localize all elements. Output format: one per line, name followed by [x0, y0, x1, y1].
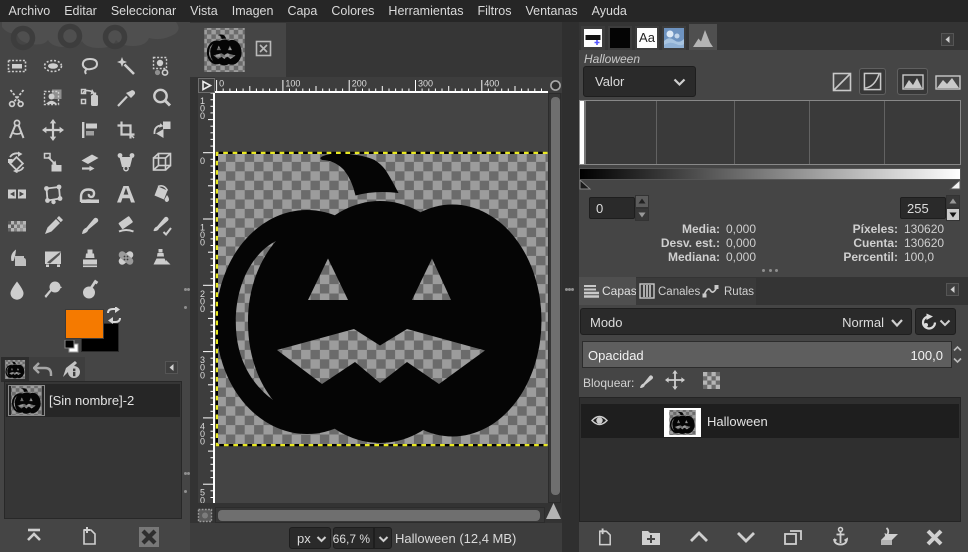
svg-text:100: 100	[285, 79, 300, 89]
svg-text:0: 0	[200, 437, 205, 447]
svg-text:0: 0	[200, 370, 205, 380]
svg-text:0: 0	[200, 495, 205, 503]
svg-text:0: 0	[200, 156, 205, 166]
svg-text:300: 300	[418, 79, 433, 89]
svg-text:0: 0	[200, 304, 205, 314]
svg-text:0: 0	[219, 79, 224, 89]
svg-text:0: 0	[200, 238, 205, 248]
svg-text:200: 200	[352, 79, 367, 89]
svg-text:400: 400	[484, 79, 499, 89]
svg-text:0: 0	[200, 111, 205, 121]
